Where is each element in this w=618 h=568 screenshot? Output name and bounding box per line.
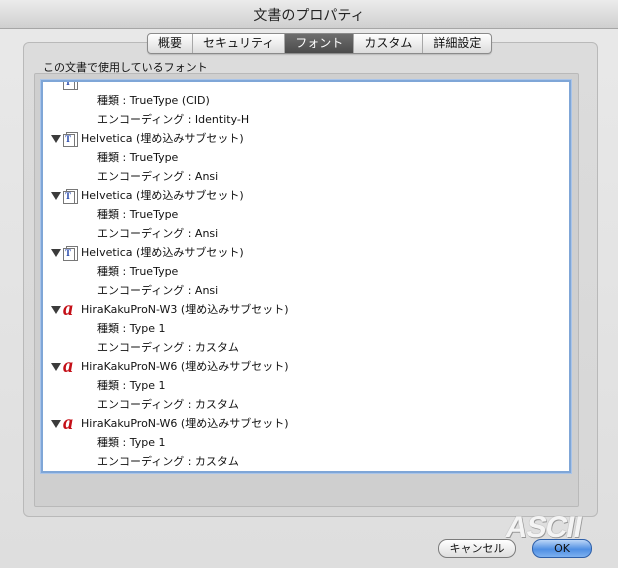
font-type: 種類 : TrueType (CID) [97,94,210,107]
font-name: HiraKakuProN-W3 (埋め込みサブセット) [81,303,289,316]
font-type: 種類 : Type 1 [97,436,166,449]
disclosure-triangle-icon[interactable] [51,192,61,200]
tab-summary[interactable]: 概要 [148,34,194,53]
truetype-icon: T [63,188,78,204]
font-encoding-row: エンコーディング : Ansi [43,224,569,243]
disclosure-triangle-icon[interactable] [51,249,61,257]
font-entry[interactable]: a HiraKakuProN-W6 (埋め込みサブセット) [43,412,569,434]
ok-button[interactable]: OK [532,539,592,558]
font-type-row: 種類 : TrueType [43,205,569,224]
font-encoding: エンコーディング : カスタム [97,455,239,468]
font-type: 種類 : TrueType [97,208,179,221]
font-type-row: 種類 : TrueType (CID) [43,91,569,110]
truetype-icon: T [63,131,78,147]
type1-icon: a [63,412,73,434]
font-entry[interactable]: a HiraKakuProN-W3 (埋め込みサブセット) [43,298,569,320]
font-encoding-row: エンコーディング : Ansi [43,281,569,300]
font-list-rows: T 種類 : TrueType (CID) エンコーディング : Identity-… [43,82,569,471]
tab-fonts[interactable]: フォント [285,34,355,53]
font-encoding-row: エンコーディング : Ansi [43,167,569,186]
cancel-button[interactable]: キャンセル [438,539,516,558]
truetype-icon: T [63,82,78,90]
font-name: HiraKakuProN-W6 (埋め込みサブセット) [81,417,289,430]
tab-advanced[interactable]: 詳細設定 [423,34,491,53]
font-encoding: エンコーディング : Identity-H [97,113,250,126]
font-list[interactable]: T 種類 : TrueType (CID) エンコーディング : Identity-… [41,80,571,473]
font-encoding: エンコーディング : Ansi [97,170,219,183]
tab-bar: 概要 セキュリティ フォント カスタム 詳細設定 [147,33,493,54]
font-encoding-row: エンコーディング : カスタム [43,395,569,414]
font-entry[interactable]: T [43,82,569,91]
truetype-icon: T [63,245,78,261]
font-name: Helvetica (埋め込みサブセット) [81,189,244,202]
font-type: 種類 : Type 1 [97,322,166,335]
disclosure-triangle-icon[interactable] [51,420,61,428]
font-entry[interactable]: T Helvetica (埋め込みサブセット) [43,186,569,205]
font-encoding: エンコーディング : Ansi [97,227,219,240]
disclosure-triangle-icon[interactable] [51,363,61,371]
font-type: 種類 : TrueType [97,151,179,164]
type1-icon: a [63,355,73,377]
font-name: Helvetica (埋め込みサブセット) [81,246,244,259]
font-encoding: エンコーディング : カスタム [97,341,239,354]
disclosure-triangle-icon[interactable] [51,135,61,143]
font-type-row: 種類 : TrueType [43,148,569,167]
font-type: 種類 : Type 1 [97,379,166,392]
window-title: 文書のプロパティ [253,8,365,24]
font-encoding: エンコーディング : Ansi [97,284,219,297]
font-entry[interactable]: T Helvetica (埋め込みサブセット) [43,243,569,262]
font-type-row: 種類 : Type 1 [43,433,569,452]
font-encoding-row: エンコーディング : カスタム [43,452,569,471]
tab-security[interactable]: セキュリティ [193,34,286,53]
tab-custom[interactable]: カスタム [354,34,424,53]
font-type: 種類 : TrueType [97,265,179,278]
font-entry[interactable]: a HiraKakuProN-W6 (埋め込みサブセット) [43,355,569,377]
font-name: HiraKakuProN-W6 (埋め込みサブセット) [81,360,289,373]
font-type-row: 種類 : Type 1 [43,376,569,395]
font-type-row: 種類 : TrueType [43,262,569,281]
font-entry[interactable]: T Helvetica (埋め込みサブセット) [43,129,569,148]
title-bar[interactable]: 文書のプロパティ [0,0,618,29]
disclosure-triangle-icon[interactable] [51,306,61,314]
font-name: Helvetica (埋め込みサブセット) [81,132,244,145]
document-properties-window: 文書のプロパティ 概要 セキュリティ フォント カスタム 詳細設定 この文書で使… [0,0,618,568]
type1-icon: a [63,298,73,320]
font-encoding-row: エンコーディング : Identity-H [43,110,569,129]
font-type-row: 種類 : Type 1 [43,319,569,338]
font-encoding: エンコーディング : カスタム [97,398,239,411]
font-encoding-row: エンコーディング : カスタム [43,338,569,357]
